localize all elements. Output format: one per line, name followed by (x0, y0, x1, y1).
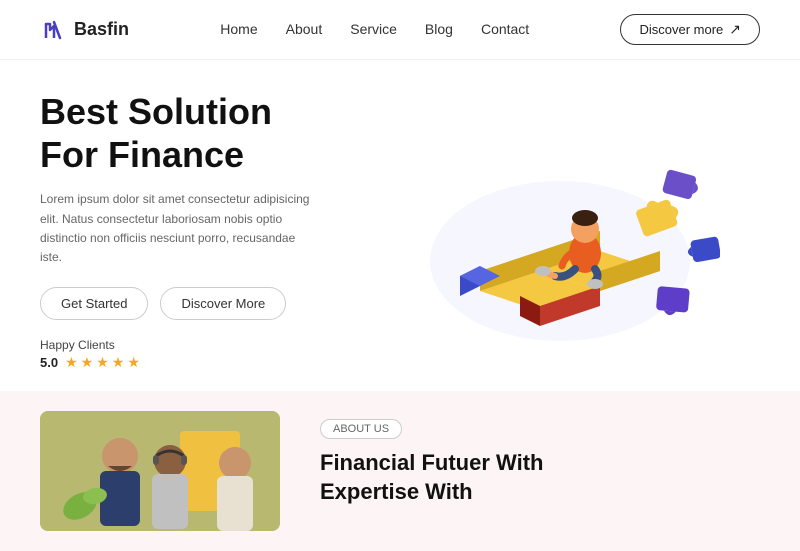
logo-icon (40, 16, 68, 44)
about-title: Financial Futuer With Expertise With (320, 449, 760, 506)
rating-number: 5.0 (40, 355, 58, 370)
hero-section: Best Solution For Finance Lorem ipsum do… (0, 60, 800, 391)
hero-buttons: Get Started Discover More (40, 287, 360, 320)
nav-about[interactable]: About (286, 21, 323, 37)
hero-title: Best Solution For Finance (40, 90, 360, 176)
navbar-discover-button[interactable]: Discover more ↗ (620, 14, 760, 45)
logo-text: Basfin (74, 19, 129, 40)
navbar: Basfin Home About Service Blog Contact D… (0, 0, 800, 60)
discover-more-button[interactable]: Discover More (160, 287, 286, 320)
get-started-button[interactable]: Get Started (40, 287, 148, 320)
happy-clients: Happy Clients 5.0 ★ ★ ★ ★ ★ (40, 338, 360, 371)
hero-title-line2: For Finance (40, 134, 244, 175)
about-image (40, 411, 280, 531)
puzzle-illustration (400, 111, 720, 351)
star-4: ★ (112, 354, 125, 371)
rating-row: 5.0 ★ ★ ★ ★ ★ (40, 354, 360, 371)
nav-home[interactable]: Home (220, 21, 257, 37)
star-1: ★ (65, 354, 78, 371)
nav-blog[interactable]: Blog (425, 21, 453, 37)
hero-title-line1: Best Solution (40, 91, 272, 132)
star-5: ★ (127, 354, 140, 371)
people-illustration (40, 411, 280, 531)
hero-illustration (360, 101, 760, 361)
hero-description: Lorem ipsum dolor sit amet consectetur a… (40, 190, 320, 267)
nav-contact[interactable]: Contact (481, 21, 529, 37)
about-section: ABOUT US Financial Futuer With Expertise… (0, 391, 800, 551)
nav-links: Home About Service Blog Contact (220, 21, 529, 39)
about-text: ABOUT US Financial Futuer With Expertise… (320, 411, 760, 506)
happy-clients-label: Happy Clients (40, 338, 360, 352)
about-badge: ABOUT US (320, 419, 402, 439)
logo[interactable]: Basfin (40, 16, 129, 44)
arrow-icon: ↗ (729, 21, 741, 38)
navbar-discover-label: Discover more (639, 22, 723, 37)
star-3: ★ (96, 354, 109, 371)
nav-service[interactable]: Service (350, 21, 397, 37)
hero-content: Best Solution For Finance Lorem ipsum do… (40, 90, 360, 371)
about-title-line1: Financial Futuer With (320, 450, 543, 475)
star-2: ★ (81, 354, 94, 371)
